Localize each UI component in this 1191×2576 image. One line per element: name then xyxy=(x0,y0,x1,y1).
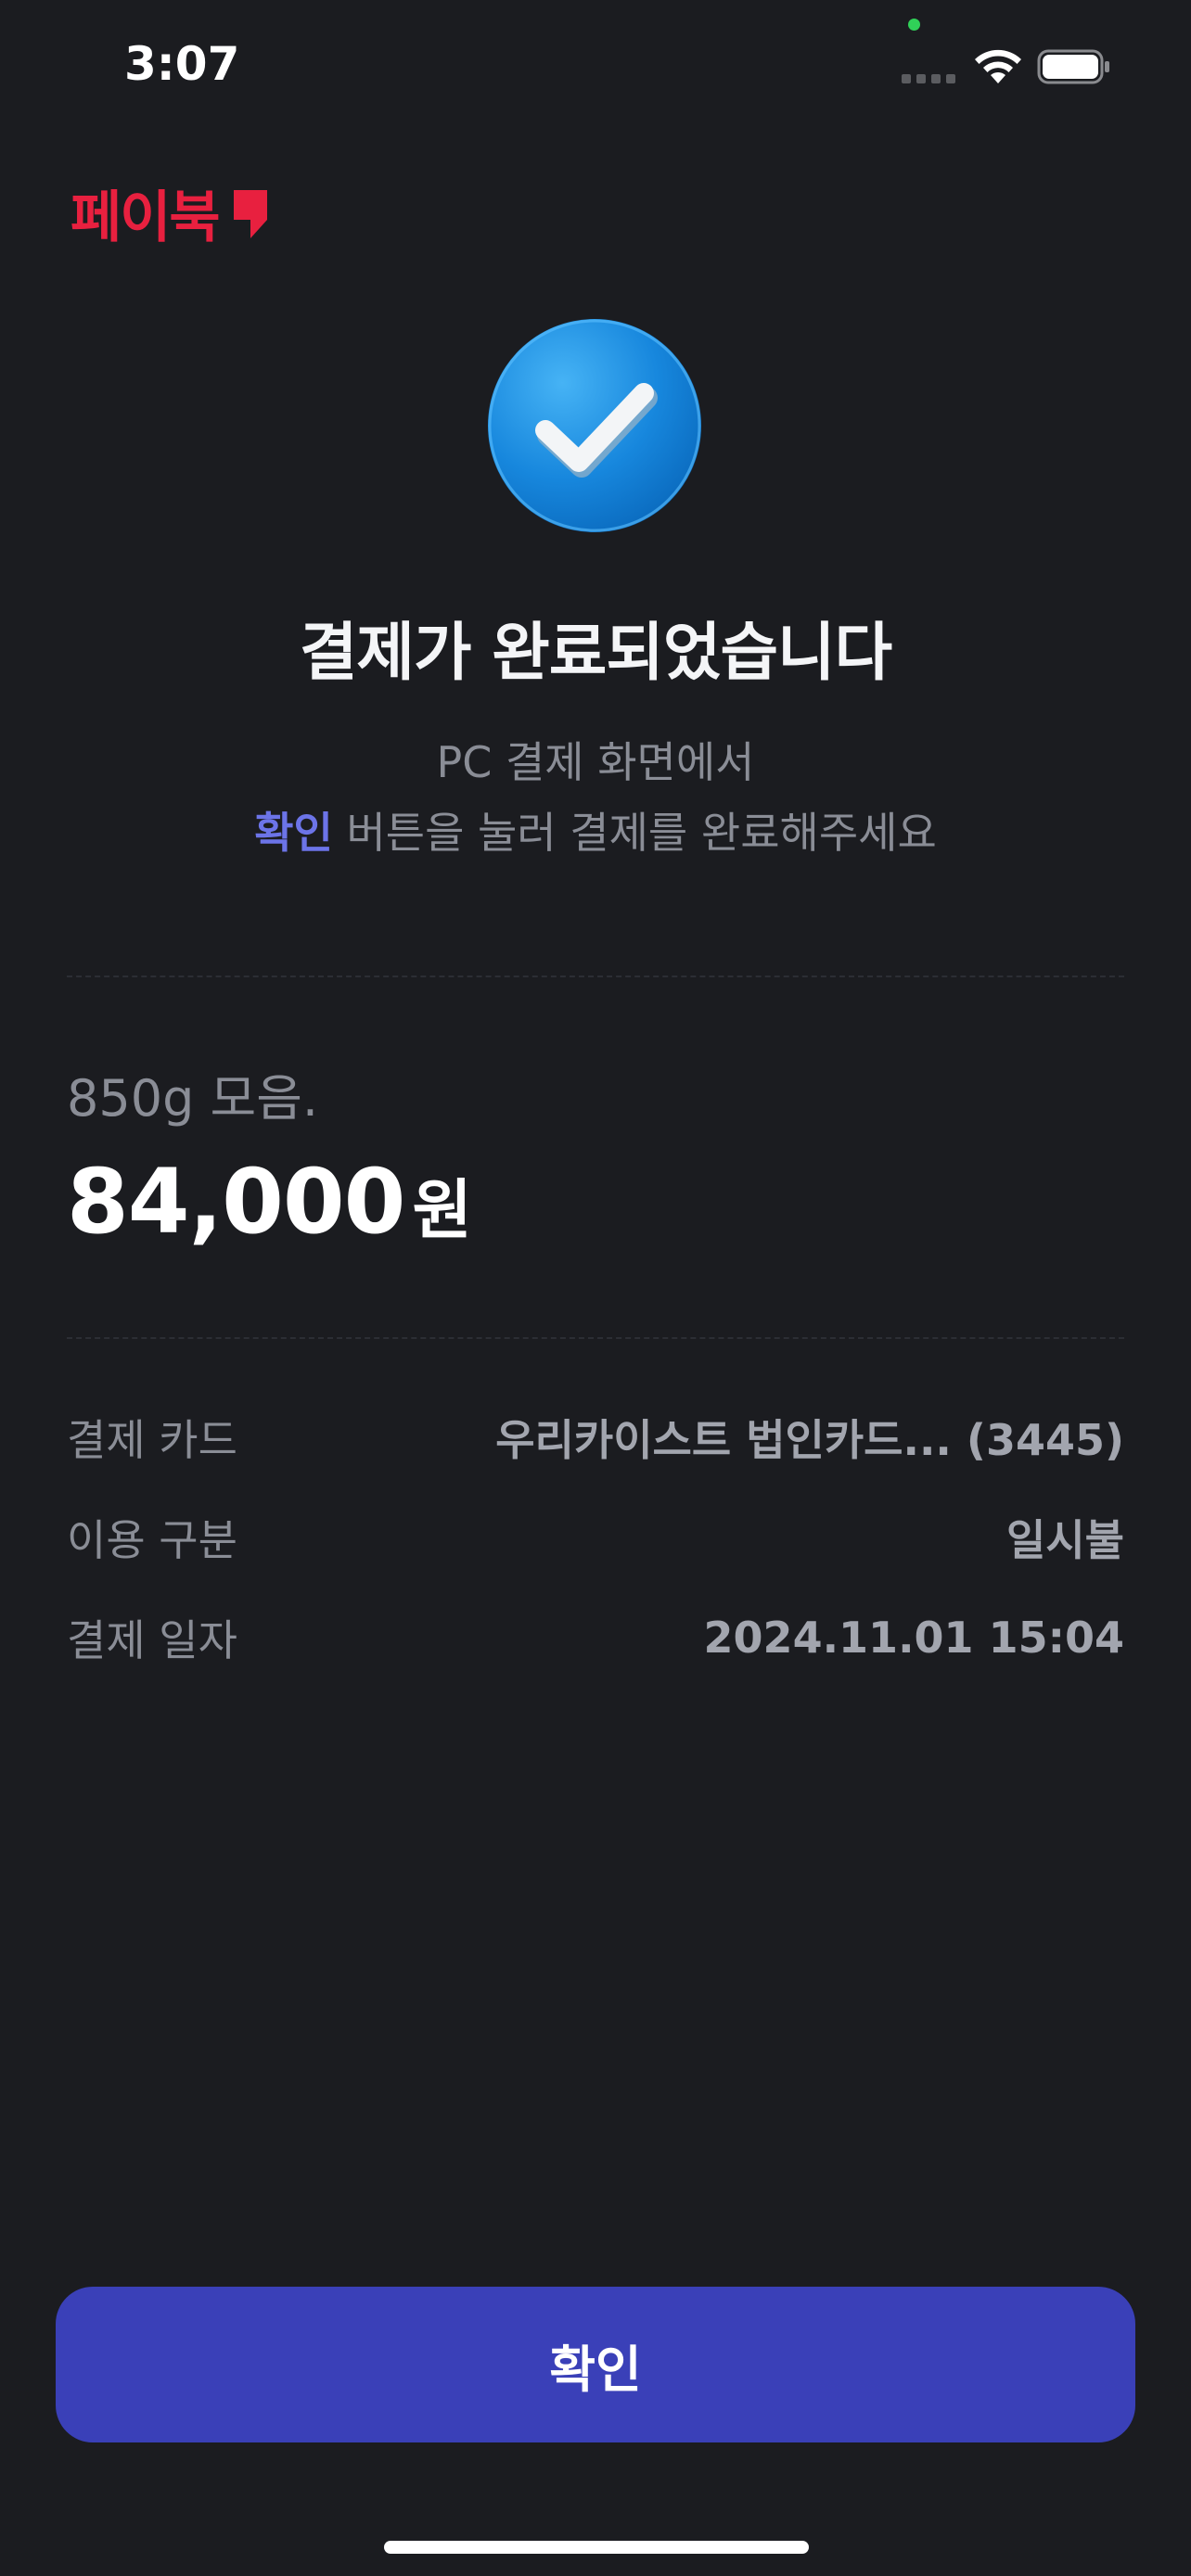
subtitle-line-2: 확인 버튼을 눌러 결제를 완료해주세요 xyxy=(0,797,1191,868)
result-subtitle: PC 결제 화면에서 확인 버튼을 눌러 결제를 완료해주세요 xyxy=(0,727,1191,868)
page-title: 결제가 완료되었습니다 xyxy=(299,617,892,690)
amount-value: 84,000 xyxy=(67,1150,405,1254)
camera-indicator-icon xyxy=(908,19,920,31)
battery-icon xyxy=(1037,49,1109,84)
paybook-mark-icon xyxy=(233,189,267,238)
detail-value: 일시불 xyxy=(1006,1515,1124,1565)
subtitle-accent: 확인 xyxy=(254,808,333,858)
detail-row-card: 결제 카드 우리카이스트 법인카드... (3445) xyxy=(67,1405,1124,1470)
detail-label: 결제 카드 xyxy=(67,1415,237,1465)
divider xyxy=(67,976,1124,977)
status-bar: 3:07 xyxy=(0,0,1191,139)
subtitle-line-1: PC 결제 화면에서 xyxy=(436,737,755,787)
brand-name: 페이북 xyxy=(70,185,221,250)
cellular-signal-icon xyxy=(902,74,955,83)
detail-row-installment: 이용 구분 일시불 xyxy=(67,1505,1124,1570)
product-name: 850g 모음. xyxy=(67,1069,319,1128)
payment-amount: 84,000 원 xyxy=(67,1150,472,1254)
subtitle-line-2-text: 버튼을 눌러 결제를 완료해주세요 xyxy=(332,808,937,858)
wifi-icon xyxy=(975,49,1021,83)
confirm-button-label: 확인 xyxy=(549,2340,642,2399)
checkmark-circle-icon xyxy=(488,319,701,532)
detail-value: 2024.11.01 15:04 xyxy=(703,1613,1124,1663)
detail-label: 결제 일자 xyxy=(67,1615,237,1665)
home-indicator[interactable] xyxy=(384,2541,809,2554)
brand-logo: 페이북 xyxy=(70,172,271,253)
detail-value: 우리카이스트 법인카드... (3445) xyxy=(495,1415,1124,1465)
currency-unit: 원 xyxy=(412,1172,472,1248)
detail-label: 이용 구분 xyxy=(67,1515,237,1565)
divider xyxy=(67,1337,1124,1339)
detail-row-date: 결제 일자 2024.11.01 15:04 xyxy=(67,1605,1124,1670)
confirm-button[interactable]: 확인 xyxy=(56,2287,1135,2442)
status-time: 3:07 xyxy=(124,37,240,91)
